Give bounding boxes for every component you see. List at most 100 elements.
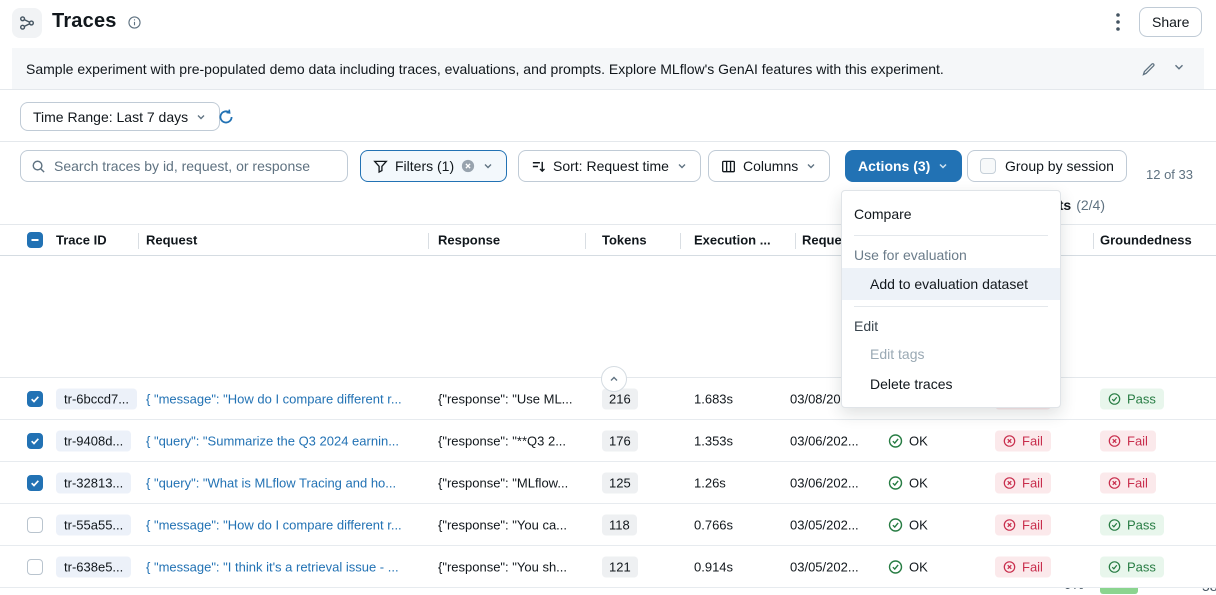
actions-menu: Compare Use for evaluation Add to evalua… — [841, 190, 1061, 408]
chevron-down-icon — [937, 160, 949, 172]
assessments-count: (2/4) — [1076, 197, 1105, 213]
traces-page: Traces Share Sample experiment with pre-… — [0, 0, 1216, 595]
divider — [0, 89, 1216, 90]
overflow-menu-icon[interactable] — [1106, 10, 1130, 34]
sort-icon — [531, 159, 546, 174]
ok-check-icon — [888, 559, 903, 574]
request-link[interactable]: { "message": "How do I compare different… — [146, 391, 430, 406]
col-groundedness[interactable]: Groundedness — [1100, 233, 1192, 248]
chevron-down-icon — [676, 160, 688, 172]
tokens-value: 216 — [602, 388, 638, 409]
sort-button[interactable]: Sort: Request time — [518, 150, 701, 182]
request-time: 03/06/202... — [790, 433, 882, 448]
col-trace-id[interactable]: Trace ID — [56, 233, 107, 248]
col-execution[interactable]: Execution ... — [694, 233, 771, 248]
filters-button[interactable]: Filters (1) — [360, 150, 507, 182]
ok-check-icon — [888, 517, 903, 532]
execution-time: 0.914s — [694, 559, 733, 574]
experiment-banner: Sample experiment with pre-populated dem… — [12, 48, 1204, 89]
groundedness-badge: Pass — [1100, 514, 1164, 535]
table-row[interactable]: tr-55a55... { "message": "How do I compa… — [0, 504, 1216, 546]
state-label: OK — [909, 517, 928, 532]
tokens-value: 121 — [602, 556, 638, 577]
execution-time: 1.26s — [694, 475, 726, 490]
menu-item-add-to-evaluation-dataset[interactable]: Add to evaluation dataset — [842, 268, 1060, 300]
search-input[interactable] — [54, 158, 337, 174]
search-icon — [31, 159, 46, 174]
refresh-button[interactable] — [217, 108, 235, 126]
assessment-badge: Fail — [995, 556, 1051, 577]
request-time: 03/05/202... — [790, 559, 882, 574]
select-all-checkbox[interactable] — [27, 232, 43, 248]
col-request[interactable]: Request — [146, 233, 197, 248]
trace-id-link[interactable]: tr-638e5... — [56, 556, 131, 577]
group-by-session-label: Group by session — [1005, 158, 1114, 174]
trace-id-link[interactable]: tr-32813... — [56, 472, 131, 493]
time-range-select[interactable]: Time Range: Last 7 days — [20, 102, 220, 131]
groundedness-badge: Pass — [1100, 388, 1164, 409]
response-text: {"response": "You sh... — [438, 559, 588, 574]
response-text: {"response": "Use ML... — [438, 391, 588, 406]
table-row[interactable]: tr-638e5... { "message": "I think it's a… — [0, 546, 1216, 588]
share-label: Share — [1152, 14, 1189, 30]
row-checkbox[interactable] — [27, 391, 43, 407]
trace-id-link[interactable]: tr-9408d... — [56, 430, 131, 451]
columns-button[interactable]: Columns — [708, 150, 830, 182]
assessment-badge: Fail — [995, 472, 1051, 493]
assessment-badge: Fail — [995, 514, 1051, 535]
traces-icon — [12, 8, 42, 38]
response-text: {"response": "MLflow... — [438, 475, 588, 490]
edit-description-icon[interactable] — [1136, 57, 1162, 81]
menu-item-compare[interactable]: Compare — [842, 199, 1060, 229]
response-text: {"response": "You ca... — [438, 517, 588, 532]
menu-group-edit: Edit — [842, 313, 1060, 339]
actions-label: Actions (3) — [858, 158, 930, 174]
request-link[interactable]: { "message": "How do I compare different… — [146, 517, 430, 532]
row-checkbox[interactable] — [27, 517, 43, 533]
actions-button[interactable]: Actions (3) — [845, 150, 962, 182]
tokens-value: 118 — [602, 514, 637, 535]
clear-filters-icon[interactable] — [461, 159, 475, 173]
request-link[interactable]: { "query": "What is MLflow Tracing and h… — [146, 475, 430, 490]
tokens-value: 125 — [602, 472, 638, 493]
ok-check-icon — [888, 475, 903, 490]
request-link[interactable]: { "query": "Summarize the Q3 2024 earnin… — [146, 433, 430, 448]
menu-divider — [854, 306, 1048, 307]
search-box[interactable] — [20, 150, 348, 182]
tokens-value: 176 — [602, 430, 638, 451]
chevron-down-icon — [195, 111, 207, 123]
time-range-label: Time Range: Last 7 days — [33, 109, 188, 125]
table-row[interactable]: tr-9408d... { "query": "Summarize the Q3… — [0, 420, 1216, 462]
request-time: 03/05/202... — [790, 517, 882, 532]
trace-id-link[interactable]: tr-55a55... — [56, 514, 131, 535]
chevron-down-icon — [482, 160, 494, 172]
page-title: Traces — [52, 10, 117, 33]
col-tokens[interactable]: Tokens — [602, 233, 647, 248]
result-count: 12 of 33 — [1146, 167, 1193, 182]
request-link[interactable]: { "message": "I think it's a retrieval i… — [146, 559, 430, 574]
filter-funnel-icon — [373, 159, 388, 174]
menu-item-edit-tags[interactable]: Edit tags — [842, 339, 1060, 369]
share-button[interactable]: Share — [1139, 7, 1202, 37]
groundedness-badge: Pass — [1100, 556, 1164, 577]
banner-expand-icon[interactable] — [1172, 60, 1186, 74]
info-icon[interactable] — [128, 16, 141, 29]
execution-time: 1.683s — [694, 391, 733, 406]
row-checkbox[interactable] — [27, 475, 43, 491]
row-checkbox[interactable] — [27, 559, 43, 575]
group-by-session-checkbox[interactable] — [980, 158, 996, 174]
trace-id-link[interactable]: tr-6bccd7... — [56, 388, 137, 409]
group-by-session-toggle[interactable]: Group by session — [967, 150, 1127, 182]
row-checkbox[interactable] — [27, 433, 43, 449]
execution-time: 1.353s — [694, 433, 733, 448]
state-label: OK — [909, 559, 928, 574]
banner-text: Sample experiment with pre-populated dem… — [12, 61, 944, 77]
response-text: {"response": "**Q3 2... — [438, 433, 588, 448]
columns-label: Columns — [743, 158, 798, 174]
menu-item-delete-traces[interactable]: Delete traces — [842, 369, 1060, 399]
table-row[interactable]: tr-32813... { "query": "What is MLflow T… — [0, 462, 1216, 504]
col-response[interactable]: Response — [438, 233, 500, 248]
filters-label: Filters (1) — [395, 158, 454, 174]
request-time: 03/06/202... — [790, 475, 882, 490]
collapse-summary-button[interactable] — [601, 366, 627, 392]
